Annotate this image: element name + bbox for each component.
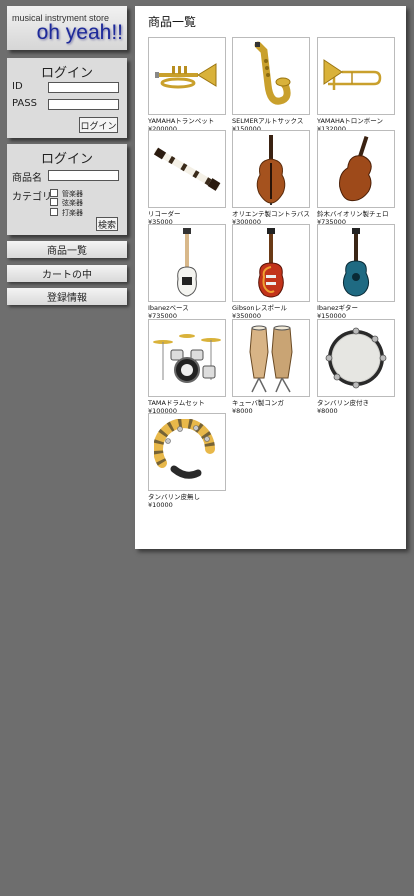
product-card[interactable]: オリエンテ製コントラバス ¥300000	[232, 130, 310, 226]
product-card[interactable]: タンバリン皮付き ¥8000	[317, 319, 395, 415]
page-title: 商品一覧	[148, 15, 197, 29]
category-checkbox-strings[interactable]	[50, 198, 58, 206]
search-panel: ログイン 商品名 カテゴリ 管楽器 弦楽器 打楽器 検索	[7, 144, 127, 235]
product-image	[317, 37, 395, 115]
product-card[interactable]: リコーダー ¥35000	[148, 130, 226, 226]
product-card[interactable]: YAMAHAトロンボーン ¥132000	[317, 37, 395, 133]
product-name: TAMAドラムセット	[148, 399, 205, 407]
product-card[interactable]: Gibsonレスポール ¥350000	[232, 224, 310, 320]
category-label: カテゴリ	[12, 192, 52, 203]
cello-icon	[339, 136, 372, 202]
product-card[interactable]: キューバ製コンガ ¥8000	[232, 319, 310, 415]
tambourine-skin-icon	[325, 327, 387, 389]
store-name: oh yeah!!	[36, 21, 123, 44]
product-card[interactable]: 鈴木バイオリン製チェロ ¥735000	[317, 130, 395, 226]
product-image	[148, 130, 226, 208]
tambourine-ring-icon	[154, 419, 215, 479]
product-name: SELMERアルトサックス	[232, 117, 304, 125]
acoustic-guitar-icon	[342, 228, 370, 297]
login-title: ログイン	[40, 66, 93, 81]
product-image	[148, 37, 226, 115]
product-price: ¥10000	[148, 501, 173, 509]
product-list-panel: 商品一覧 YAMAHAトランペット ¥200000 SELMERアルトサックス …	[135, 6, 406, 549]
conga-icon	[249, 325, 293, 393]
product-name: タンバリン皮無し	[148, 493, 200, 501]
pass-label: PASS	[12, 98, 37, 109]
product-name: タンバリン皮付き	[317, 399, 369, 407]
product-image	[317, 130, 395, 208]
trombone-icon	[323, 59, 382, 90]
product-name: Gibsonレスポール	[232, 304, 287, 312]
product-name: キューバ製コンガ	[232, 399, 284, 407]
category-checkbox-wind[interactable]	[50, 189, 58, 197]
product-card[interactable]: Ibanezベース ¥735000	[148, 224, 226, 320]
product-price: ¥8000	[232, 407, 253, 415]
product-image	[148, 413, 226, 491]
product-name-label: 商品名	[12, 173, 42, 184]
login-panel: ログイン ID PASS ログイン	[7, 58, 127, 138]
search-title: ログイン	[40, 152, 93, 167]
product-card[interactable]: YAMAHAトランペット ¥200000	[148, 37, 226, 133]
search-button[interactable]: 検索	[96, 217, 118, 231]
product-name: リコーダー	[148, 210, 181, 218]
product-name: YAMAHAトロンボーン	[317, 117, 383, 125]
product-image	[148, 319, 226, 397]
bass-guitar-icon	[177, 228, 197, 297]
product-image	[232, 224, 310, 302]
contrabass-icon	[256, 135, 286, 205]
category-checkbox-percussion[interactable]	[50, 208, 58, 216]
id-label: ID	[12, 81, 23, 92]
product-image	[317, 224, 395, 302]
category-label-percussion: 打楽器	[62, 209, 83, 217]
trumpet-icon	[155, 63, 217, 89]
product-price: ¥8000	[317, 407, 338, 415]
saxophone-icon	[254, 41, 291, 105]
les-paul-icon	[258, 228, 284, 298]
product-name: Ibanezギター	[317, 304, 359, 312]
nav-cart[interactable]: カートの中	[7, 265, 127, 282]
password-input[interactable]	[48, 99, 119, 110]
product-image	[232, 37, 310, 115]
product-card[interactable]: TAMAドラムセット ¥100000	[148, 319, 226, 415]
product-name: オリエンテ製コントラバス	[232, 210, 310, 218]
product-image	[232, 130, 310, 208]
recorder-icon	[153, 147, 221, 191]
id-input[interactable]	[48, 82, 119, 93]
product-image	[232, 319, 310, 397]
category-label-strings: 弦楽器	[62, 199, 83, 207]
product-image	[148, 224, 226, 302]
product-name: YAMAHAトランペット	[148, 117, 215, 125]
product-name: 鈴木バイオリン製チェロ	[317, 210, 389, 218]
product-card[interactable]: SELMERアルトサックス ¥150000	[232, 37, 310, 133]
product-card[interactable]: タンバリン皮無し ¥10000	[148, 413, 226, 509]
store-logo: musical instryment store oh yeah!!	[7, 6, 127, 50]
product-name: Ibanezベース	[148, 304, 189, 312]
nav-account-info[interactable]: 登録情報	[7, 288, 127, 305]
product-image	[317, 319, 395, 397]
product-card[interactable]: Ibanezギター ¥150000	[317, 224, 395, 320]
nav-product-list[interactable]: 商品一覧	[7, 241, 127, 258]
drum-kit-icon	[153, 334, 221, 383]
login-button[interactable]: ログイン	[79, 117, 118, 133]
product-name-input[interactable]	[48, 170, 119, 181]
